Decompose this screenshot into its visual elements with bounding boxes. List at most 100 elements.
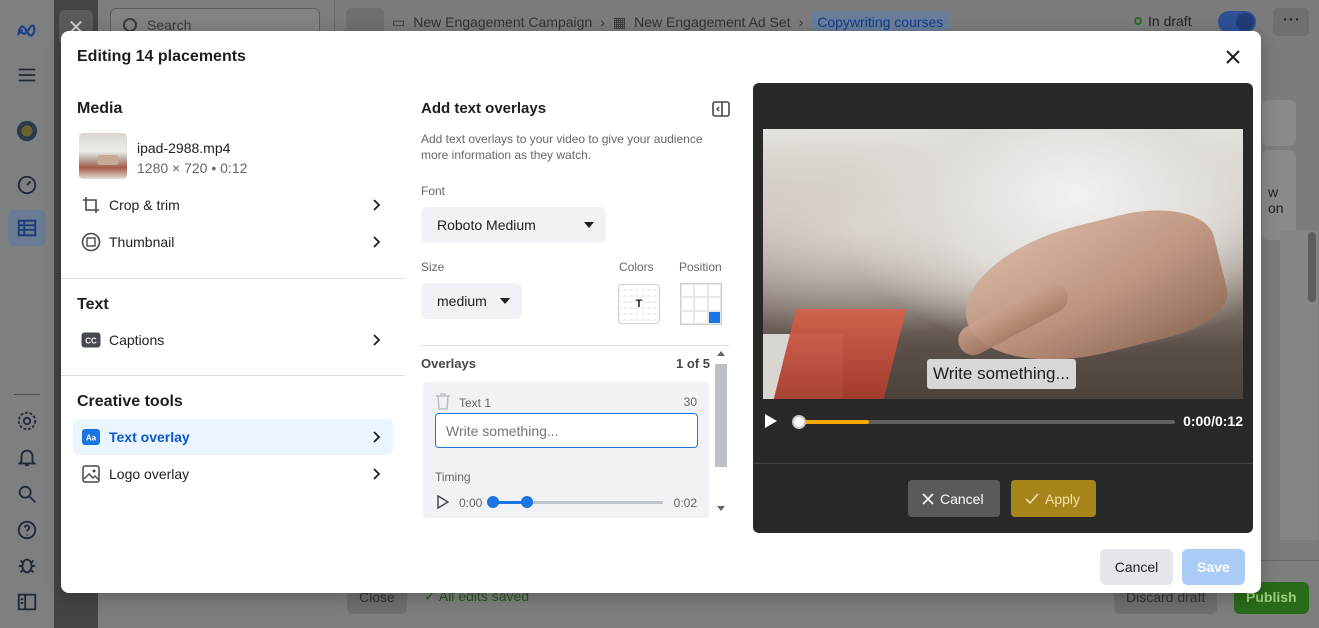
position-cell[interactable] xyxy=(681,310,695,324)
breadcrumb-ad-set[interactable]: New Engagement Ad Set xyxy=(634,14,790,30)
thumbnail-item[interactable]: Thumbnail xyxy=(73,224,393,260)
app-rail xyxy=(0,0,54,628)
play-icon[interactable] xyxy=(764,413,778,429)
video-progress-bar[interactable] xyxy=(792,415,1175,429)
settings-icon[interactable] xyxy=(14,408,40,434)
breadcrumb-campaign[interactable]: New Engagement Campaign xyxy=(413,14,592,30)
background-card-text: w on xyxy=(1268,184,1284,216)
account-avatar[interactable] xyxy=(14,118,40,144)
position-cell[interactable] xyxy=(681,284,695,298)
size-label: Size xyxy=(421,260,445,274)
chevron-right-icon xyxy=(373,236,381,248)
text-color-swatch[interactable]: T xyxy=(618,284,660,324)
video-thumbnail xyxy=(79,133,127,179)
font-label: Font xyxy=(421,184,446,198)
timing-start-handle[interactable] xyxy=(487,496,499,508)
thumbnail-label: Thumbnail xyxy=(109,234,175,250)
breadcrumb-folder-icon: ▭ xyxy=(392,13,406,30)
video-scene-shape xyxy=(773,309,907,399)
captions-cc-icon: CC xyxy=(81,330,101,350)
rail-divider xyxy=(14,394,40,395)
status-dot-icon xyxy=(1134,17,1142,25)
timing-label: Timing xyxy=(435,470,471,484)
preview-cancel-label: Cancel xyxy=(940,490,984,507)
bug-report-icon[interactable] xyxy=(14,552,40,578)
panel-layout-icon[interactable] xyxy=(712,100,730,118)
preview-divider xyxy=(753,463,1253,464)
text-overlay-item[interactable]: Aa Text overlay xyxy=(73,419,393,455)
position-cell[interactable] xyxy=(707,284,721,298)
background-card xyxy=(1262,100,1296,146)
search-icon[interactable] xyxy=(14,481,40,507)
dialog-title: Editing 14 placements xyxy=(77,48,246,65)
menu-icon[interactable] xyxy=(14,62,40,88)
section-divider xyxy=(61,375,405,376)
position-cell[interactable] xyxy=(707,297,721,311)
notifications-bell-icon[interactable] xyxy=(14,444,40,470)
size-dropdown[interactable]: medium xyxy=(421,283,522,319)
scroll-down-icon[interactable] xyxy=(717,506,725,511)
chevron-right-icon xyxy=(373,199,381,211)
meta-logo-icon[interactable] xyxy=(14,18,40,44)
timing-range-slider[interactable] xyxy=(487,496,663,508)
text-overlay-label: Text overlay xyxy=(109,429,190,445)
overlay-text-input[interactable] xyxy=(435,413,698,448)
video-frame: Write something... xyxy=(763,129,1243,399)
breadcrumb-chevron-icon: › xyxy=(798,14,804,30)
search-icon xyxy=(123,18,137,32)
preview-apply-button[interactable]: Apply xyxy=(1011,480,1097,517)
position-cell[interactable] xyxy=(694,297,708,311)
size-value: medium xyxy=(437,293,487,309)
video-buffer-fill xyxy=(797,420,869,424)
position-cell[interactable] xyxy=(694,284,708,298)
chevron-right-icon xyxy=(373,431,381,443)
help-icon[interactable] xyxy=(14,517,40,543)
overlays-count: 1 of 5 xyxy=(676,356,710,371)
save-button[interactable]: Save xyxy=(1182,549,1245,585)
media-file: ipad-2988.mp4 1280 × 720 • 0:12 xyxy=(79,133,247,179)
close-icon xyxy=(922,492,934,505)
overlay-item-card: Text 1 30 Timing 0:00 0:02 xyxy=(423,382,709,518)
overlays-scrollbar[interactable] xyxy=(713,349,729,517)
background-scrollbar[interactable] xyxy=(1280,230,1318,540)
section-divider xyxy=(61,278,405,279)
scrollbar-thumb[interactable] xyxy=(715,364,727,467)
more-options-icon[interactable]: ⋯ xyxy=(1273,8,1309,36)
playhead-handle[interactable] xyxy=(792,415,806,429)
scrollbar-thumb[interactable] xyxy=(1308,232,1316,302)
background-card: w on xyxy=(1262,150,1296,240)
draft-toggle[interactable] xyxy=(1218,11,1256,33)
overlay-description: Add text overlays to your video to give … xyxy=(421,132,703,162)
position-cell[interactable] xyxy=(694,310,708,324)
dashboard-icon[interactable] xyxy=(14,172,40,198)
position-grid[interactable] xyxy=(680,283,722,325)
play-icon[interactable] xyxy=(437,495,449,509)
draft-status-text: In draft xyxy=(1148,13,1192,29)
captions-item[interactable]: CC Captions xyxy=(73,322,393,358)
campaigns-table-icon[interactable] xyxy=(8,210,46,246)
breadcrumb-grid-icon: ▦ xyxy=(612,13,627,30)
position-label: Position xyxy=(679,260,722,274)
video-preview-panel: Write something... 0:00/0:12 Cancel Appl… xyxy=(753,83,1253,533)
cancel-button[interactable]: Cancel xyxy=(1100,549,1173,585)
position-cell[interactable] xyxy=(707,310,721,324)
crop-trim-item[interactable]: Crop & trim xyxy=(73,187,393,223)
breadcrumb-ad[interactable]: Copywriting courses xyxy=(811,11,950,33)
creative-tools-heading: Creative tools xyxy=(77,393,183,410)
timing-end-handle[interactable] xyxy=(521,496,533,508)
close-icon[interactable] xyxy=(1221,45,1245,69)
font-value: Roboto Medium xyxy=(437,217,536,233)
text-overlay-icon: Aa xyxy=(81,427,101,447)
font-dropdown[interactable]: Roboto Medium xyxy=(421,207,606,243)
captions-label: Captions xyxy=(109,332,165,348)
position-cell[interactable] xyxy=(681,297,695,311)
logo-overlay-label: Logo overlay xyxy=(109,466,190,482)
logo-overlay-item[interactable]: Logo overlay xyxy=(73,456,393,492)
side-panel-icon[interactable] xyxy=(14,589,40,615)
trash-icon[interactable] xyxy=(435,392,451,410)
scroll-up-icon[interactable] xyxy=(717,351,725,356)
crop-trim-label: Crop & trim xyxy=(109,197,180,213)
timing-end: 0:02 xyxy=(673,496,697,510)
preview-cancel-button[interactable]: Cancel xyxy=(908,480,1000,517)
preview-apply-label: Apply xyxy=(1045,490,1081,507)
